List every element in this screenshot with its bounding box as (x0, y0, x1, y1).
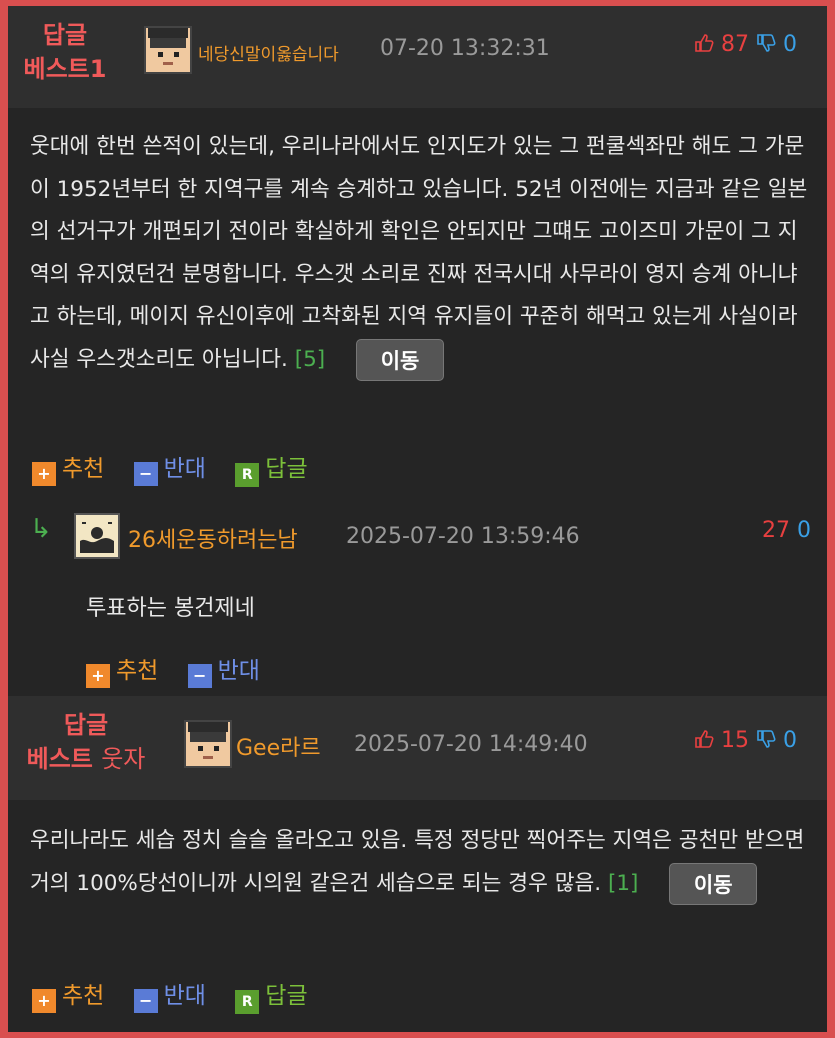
minus-icon: − (133, 989, 158, 1013)
recommend-label: 추천 (62, 983, 105, 1009)
comment-actions: + 추천 − 반대 R 답글 (32, 449, 330, 487)
oppose-label: 반대 (217, 658, 260, 684)
comment-panel: 답글 베스트1 네당신말이옳습니다 07-20 13:32:31 87 0 웃대… (8, 6, 827, 1032)
upvote-count: 87 (721, 32, 749, 57)
nickname[interactable]: 네당신말이옳습니다 (198, 40, 339, 65)
recommend-button[interactable]: + 추천 (32, 976, 104, 1013)
comment-actions: + 추천 − 반대 R 답글 (32, 976, 330, 1014)
move-button[interactable]: 이동 (669, 862, 758, 905)
comment-body: 우리나라도 세습 정치 슬슬 올라오고 있음. 특정 정당만 찍어주는 지역은 … (30, 820, 810, 905)
best1-header: 답글 베스트1 네당신말이옳습니다 07-20 13:32:31 87 0 (8, 6, 827, 108)
reply-label: 답글 (265, 983, 308, 1009)
upvote-count: 15 (721, 728, 749, 753)
reply-icon: R (235, 463, 260, 487)
datetime: 2025-07-20 13:59:46 (346, 524, 580, 549)
oppose-label: 반대 (163, 456, 206, 482)
reply-button[interactable]: R 답글 (235, 976, 308, 1014)
minus-icon: − (187, 664, 212, 688)
oppose-button[interactable]: − 반대 (187, 651, 260, 688)
plus-icon: + (32, 989, 56, 1013)
vote-counts: 27 0 (762, 518, 811, 543)
oppose-button[interactable]: − 반대 (133, 449, 206, 486)
comment-body: 웃대에 한번 쓴적이 있는데, 우리나라에서도 인지도가 있는 그 펀쿨섹좌만 … (30, 126, 810, 381)
reply-actions: + 추천 − 반대 (86, 651, 282, 688)
comment-text: 웃대에 한번 쓴적이 있는데, 우리나라에서도 인지도가 있는 그 펀쿨섹좌만 … (30, 134, 808, 372)
upvote-count: 27 (762, 518, 790, 543)
best1-label: 답글 베스트1 (8, 18, 122, 86)
minus-icon: − (133, 462, 158, 486)
best-label-line2: 베스트 웃자 (8, 742, 164, 776)
vote-counts: 15 0 (694, 728, 797, 753)
plus-icon: + (86, 664, 110, 688)
best2-label: 답글 베스트 웃자 (8, 708, 164, 776)
recommend-button[interactable]: + 추천 (86, 651, 158, 688)
reply-count-ref[interactable]: [1] (608, 871, 638, 896)
avatar[interactable] (74, 513, 120, 559)
nickname[interactable]: 26세운동하려는남 (128, 522, 298, 554)
datetime: 07-20 13:32:31 (380, 36, 550, 61)
best-label-line1: 답글 (63, 711, 109, 739)
avatar[interactable] (184, 720, 232, 768)
thumbs-up-icon[interactable] (694, 32, 721, 57)
best-label-tag: 웃자 (101, 745, 146, 773)
reply-label: 답글 (265, 456, 308, 482)
datetime: 2025-07-20 14:49:40 (354, 732, 588, 757)
thumbs-up-icon[interactable] (694, 728, 721, 753)
reply-arrow-icon: ↳ (30, 514, 52, 544)
recommend-button[interactable]: + 추천 (32, 449, 104, 486)
thumbs-down-icon[interactable] (756, 728, 783, 753)
downvote-count: 0 (783, 728, 797, 753)
best2-header: 답글 베스트 웃자 Gee라르 2025-07-20 14:49:40 15 0 (8, 696, 827, 800)
oppose-label: 반대 (163, 983, 206, 1009)
plus-icon: + (32, 462, 56, 486)
reply-text: 투표하는 봉건제네 (86, 596, 255, 621)
reply-icon: R (235, 990, 260, 1014)
avatar[interactable] (144, 26, 192, 74)
reply-button[interactable]: R 답글 (235, 449, 308, 487)
recommend-label: 추천 (62, 456, 105, 482)
oppose-button[interactable]: − 반대 (133, 976, 206, 1013)
downvote-count: 0 (783, 32, 797, 57)
move-button[interactable]: 이동 (356, 338, 445, 381)
best-label-line2: 베스트1 (23, 55, 107, 83)
best-label-part: 베스트 (26, 745, 93, 773)
recommend-label: 추천 (116, 658, 159, 684)
nickname[interactable]: Gee라르 (236, 730, 321, 762)
reply-count-ref[interactable]: [5] (295, 347, 325, 372)
vote-counts: 87 0 (694, 32, 797, 57)
best-label-line1: 답글 (42, 21, 88, 49)
thumbs-down-icon[interactable] (756, 32, 783, 57)
downvote-count: 0 (797, 518, 811, 543)
